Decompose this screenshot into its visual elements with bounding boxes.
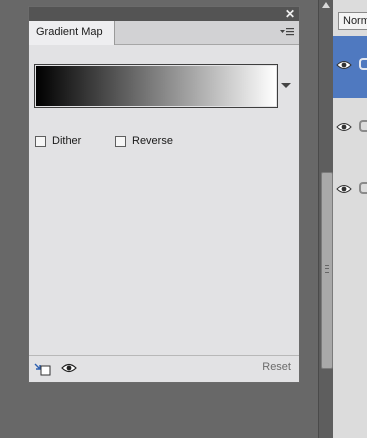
panel-menu-icon[interactable] [280, 27, 294, 37]
reverse-checkbox[interactable] [115, 135, 126, 147]
blend-mode-select[interactable]: Norm [338, 12, 367, 30]
dither-label: Dither [52, 135, 82, 147]
panel-titlebar[interactable]: ✕ [29, 7, 299, 21]
eye-icon[interactable] [336, 122, 352, 132]
scrollbar-thumb[interactable] [321, 172, 333, 369]
layer-link-icon [359, 58, 367, 70]
scroll-up-arrow-icon[interactable] [322, 2, 330, 8]
panel-footer: Reset [29, 355, 299, 382]
dither-option[interactable]: Dither [35, 134, 81, 148]
panel-tab-strip: Gradient Map [29, 21, 299, 45]
layers-scrollbar[interactable] [318, 0, 334, 438]
layers-panel: Norm [333, 0, 367, 438]
scrollbar-grip-icon [325, 265, 329, 273]
reverse-option[interactable]: Reverse [115, 134, 173, 148]
gradient-map-panel: ✕ Gradient Map Dither Reverse Reset [28, 6, 300, 383]
gradient-preview[interactable] [34, 64, 278, 108]
layer-row[interactable] [333, 160, 367, 222]
eye-icon[interactable] [336, 60, 352, 70]
gradient-fill [36, 66, 276, 106]
reset-button[interactable]: Reset [262, 361, 291, 373]
dither-checkbox[interactable] [35, 135, 46, 147]
gradient-dropdown-arrow-icon[interactable] [281, 83, 291, 88]
reverse-label: Reverse [132, 135, 173, 147]
eye-icon[interactable] [336, 184, 352, 194]
layer-row[interactable] [333, 98, 367, 160]
layer-row[interactable] [333, 36, 367, 98]
close-icon[interactable]: ✕ [285, 7, 295, 21]
clip-to-layer-icon[interactable] [33, 362, 51, 376]
layer-link-icon [359, 182, 367, 194]
tab-gradient-map[interactable]: Gradient Map [29, 21, 115, 45]
eye-icon[interactable] [61, 363, 77, 373]
layer-link-icon [359, 120, 367, 132]
